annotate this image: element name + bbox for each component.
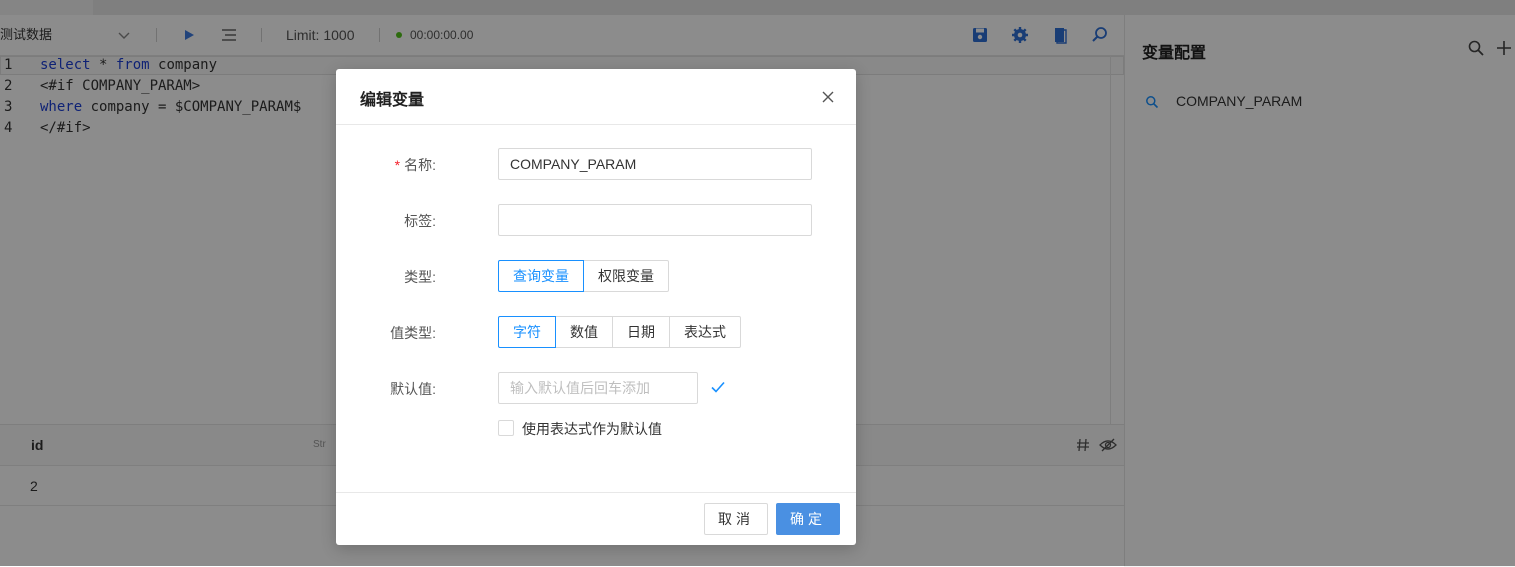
dialog-header: 编辑变量 xyxy=(336,69,856,125)
type-option-query[interactable]: 查询变量 xyxy=(498,260,584,292)
cancel-button[interactable]: 取消 xyxy=(704,503,768,535)
type-segmented: 查询变量 权限变量 xyxy=(498,260,669,292)
value-type-segmented: 字符 数值 日期 表达式 xyxy=(498,316,741,348)
default-value-input[interactable] xyxy=(498,372,698,404)
expression-default-checkbox[interactable] xyxy=(498,420,514,436)
close-icon[interactable] xyxy=(820,89,836,105)
type-option-permission[interactable]: 权限变量 xyxy=(583,260,669,292)
tag-label: 标签: xyxy=(404,213,436,229)
check-icon[interactable] xyxy=(710,379,726,395)
edit-variable-dialog: 编辑变量 *名称: 标签: 类型: 查询变量 权限变量 值类型: 字符 数值 日… xyxy=(336,69,856,545)
value-type-option-number[interactable]: 数值 xyxy=(555,316,613,348)
expression-default-label[interactable]: 使用表达式作为默认值 xyxy=(522,419,662,439)
tag-input[interactable] xyxy=(498,204,812,236)
name-label-text: 名称: xyxy=(404,157,436,173)
name-label: * 名称: xyxy=(336,155,436,175)
default-label: 默认值: xyxy=(390,381,436,397)
ok-button[interactable]: 确定 xyxy=(776,503,840,535)
value-type-option-expression[interactable]: 表达式 xyxy=(669,316,741,348)
dialog-title: 编辑变量 xyxy=(360,92,425,109)
required-mark: * xyxy=(394,157,401,173)
value-type-option-date[interactable]: 日期 xyxy=(612,316,670,348)
type-label: 类型: xyxy=(404,269,436,285)
value-type-option-string[interactable]: 字符 xyxy=(498,316,556,348)
name-input[interactable] xyxy=(498,148,812,180)
value-type-label: 值类型: xyxy=(390,325,436,341)
